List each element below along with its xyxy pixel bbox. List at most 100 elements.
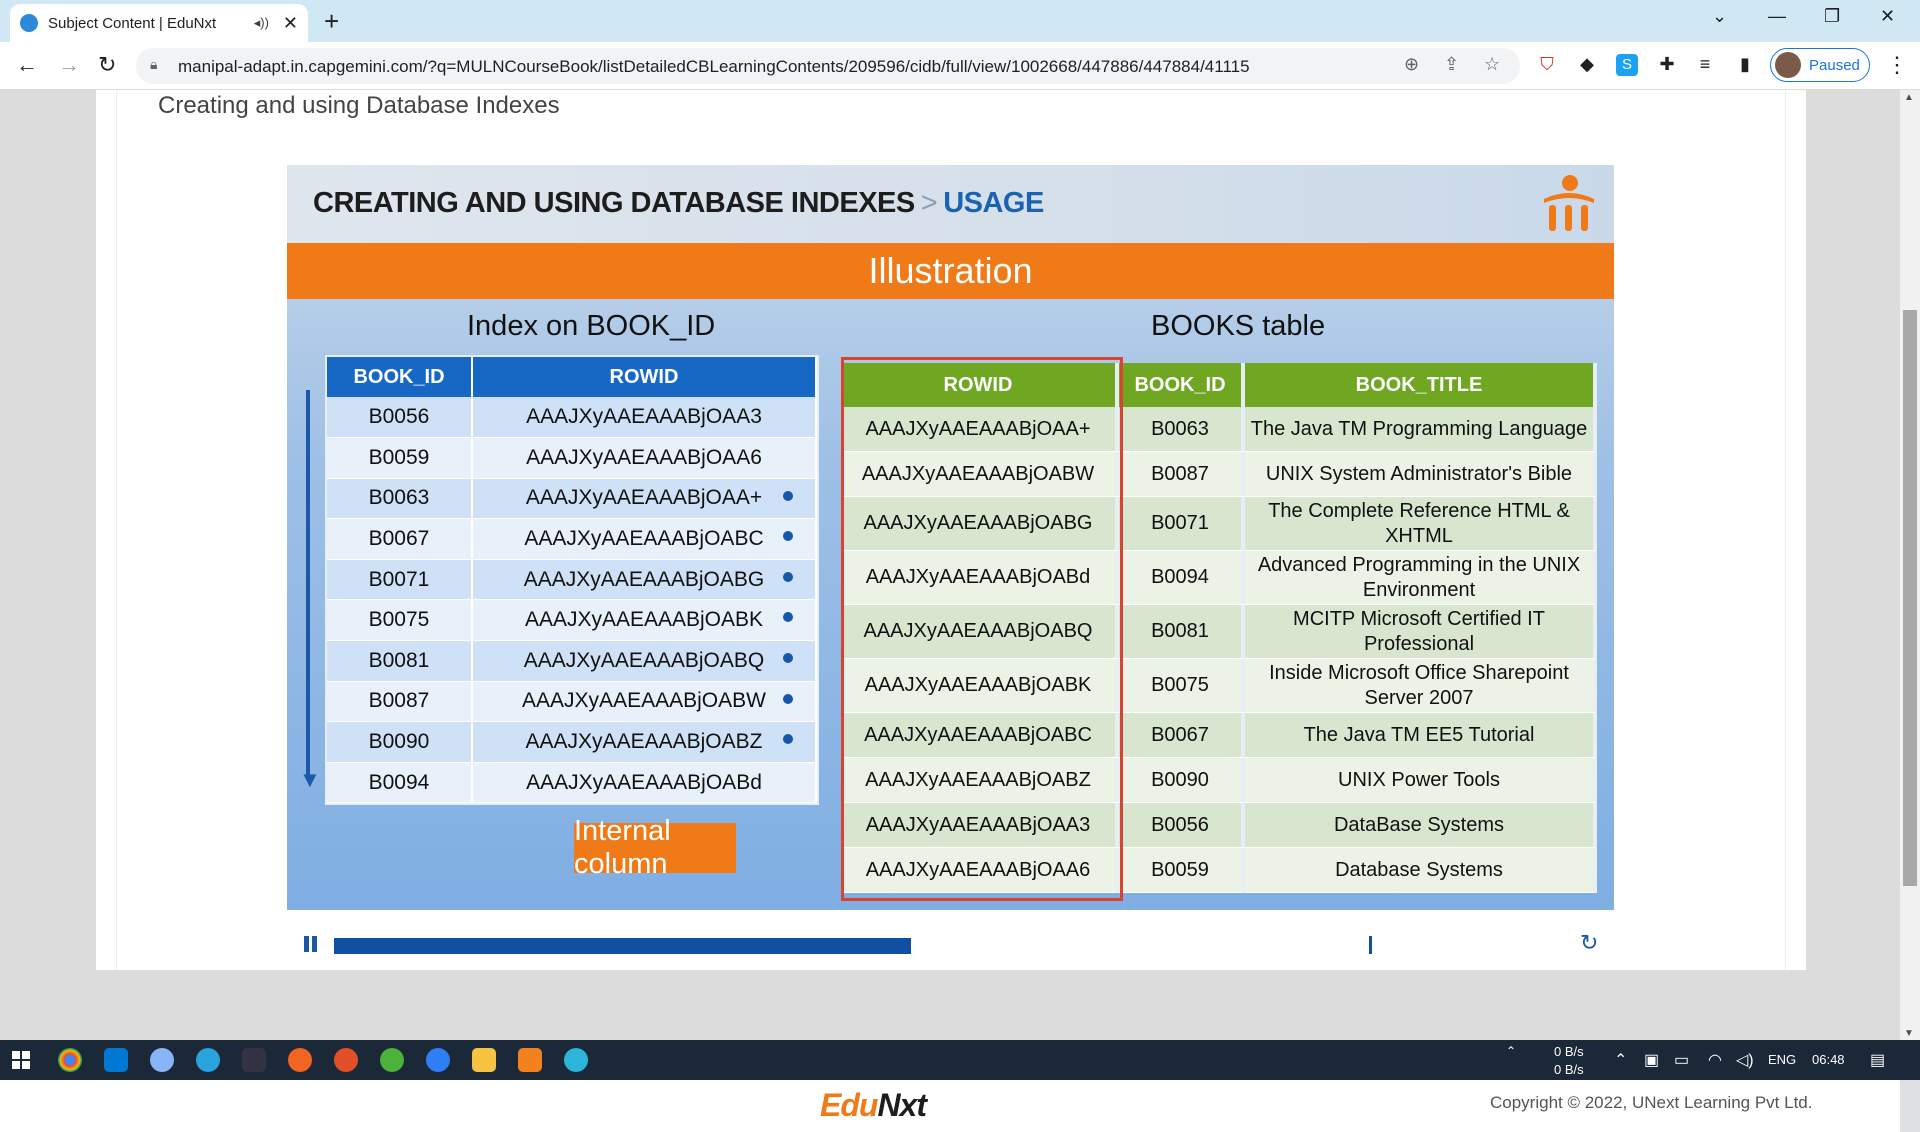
- index-book-id: B0067: [327, 518, 473, 560]
- electron-app-icon[interactable]: [564, 1048, 588, 1072]
- windows-start-icon[interactable]: [12, 1051, 30, 1069]
- index-rowid-cell: AAAJXyAAEAAABjOABG: [472, 559, 817, 601]
- index-book-id: B0075: [327, 599, 473, 642]
- books-title: Inside Microsoft Office Sharepoint Serve…: [1245, 659, 1597, 713]
- vlc-icon[interactable]: [518, 1048, 542, 1072]
- index-rowid: AAAJXyAAEAAABjOABQ: [523, 648, 765, 672]
- s-extension-icon[interactable]: S: [1616, 54, 1638, 76]
- index-rowid: AAAJXyAAEAAABjOABC: [524, 527, 764, 551]
- copyright-text: Copyright © 2022, UNext Learning Pvt Ltd…: [1490, 1093, 1813, 1112]
- scroll-up-icon[interactable]: ▲: [1904, 92, 1914, 103]
- language-indicator[interactable]: ENG: [1768, 1052, 1796, 1067]
- slide-header: CREATING AND USING DATABASE INDEXES > USAG…: [287, 165, 1614, 243]
- table-row: B0059 AAAJXyAAEAAABjOAA6: [327, 437, 817, 479]
- replay-icon[interactable]: ↻: [1580, 930, 1598, 956]
- side-panel-icon[interactable]: ▮: [1734, 54, 1756, 76]
- table-row: B0075 AAAJXyAAEAAABjOABK: [327, 599, 817, 642]
- forward-arrow-icon[interactable]: →: [58, 52, 80, 78]
- notifications-icon[interactable]: ▤: [1870, 1050, 1885, 1070]
- back-arrow-icon[interactable]: ←: [16, 52, 38, 78]
- books-book-id: B0067: [1119, 713, 1245, 758]
- edunxt-logo[interactable]: EduNxt: [820, 1087, 927, 1124]
- postman-icon[interactable]: [288, 1048, 312, 1072]
- share-icon[interactable]: ⇪: [1444, 54, 1459, 75]
- volume-icon[interactable]: ◁): [1736, 1050, 1754, 1070]
- books-book-id: B0059: [1119, 848, 1245, 893]
- banner-label: Illustration: [868, 250, 1033, 291]
- internal-column-label: Internal column: [574, 815, 736, 880]
- close-window-icon[interactable]: ✕: [1880, 6, 1895, 27]
- green-app-icon[interactable]: [380, 1048, 404, 1072]
- browser-tab[interactable]: Subject Content | EduNxt ◂)) ✕: [10, 4, 308, 42]
- scrollbar-thumb[interactable]: [1903, 310, 1917, 886]
- index-header-book-id: BOOK_ID: [327, 357, 473, 397]
- app-icon[interactable]: [242, 1048, 266, 1072]
- show-hidden-icons[interactable]: ⌃: [1614, 1050, 1627, 1070]
- slide-title-accent: USAGE: [943, 187, 1044, 219]
- bookmark-star-icon[interactable]: ☆: [1484, 54, 1500, 75]
- table-row: B0056 AAAJXyAAEAAABjOAA3: [327, 397, 817, 439]
- restore-icon[interactable]: ❐: [1824, 6, 1840, 27]
- scan-direction-line: [306, 390, 310, 775]
- books-title: MCITP Microsoft Certified IT Professiona…: [1245, 605, 1597, 659]
- pocket-extension-icon[interactable]: ⛉: [1536, 54, 1558, 76]
- new-tab-button[interactable]: +: [324, 6, 339, 37]
- telegram-icon[interactable]: [196, 1048, 220, 1072]
- arrow-down-icon: ▼: [299, 767, 321, 792]
- wifi-icon[interactable]: ◠: [1708, 1050, 1722, 1070]
- extensions-puzzle-icon[interactable]: ✚: [1656, 54, 1678, 76]
- bullet-dot-icon: [783, 734, 793, 745]
- index-table-header: BOOK_ID ROWID: [327, 357, 817, 397]
- books-rowid: AAAJXyAAEAAABjOAA3: [841, 803, 1119, 848]
- reload-icon[interactable]: ↻: [98, 52, 116, 78]
- url-text[interactable]: manipal-adapt.in.capgemini.com/?q=MULNCo…: [178, 57, 1250, 77]
- progress-fill[interactable]: [334, 938, 911, 954]
- bullet-dot-icon: [783, 612, 793, 623]
- progress-marker[interactable]: [1369, 936, 1372, 954]
- meet-icon[interactable]: ▣: [1644, 1050, 1659, 1070]
- index-rowid-cell: AAAJXyAAEAAABjOABQ: [472, 640, 817, 682]
- books-rowid: AAAJXyAAEAAABjOABK: [841, 659, 1119, 713]
- books-book-id: B0094: [1119, 551, 1245, 605]
- books-title: Database Systems: [1245, 848, 1597, 893]
- books-book-id: B0090: [1119, 758, 1245, 803]
- address-bar[interactable]: 🔒︎ manipal-adapt.in.capgemini.com/?q=MUL…: [136, 48, 1520, 84]
- table-row: AAAJXyAAEAAABjOABG B0071 The Complete Refe…: [841, 497, 1597, 551]
- p-app-icon[interactable]: [334, 1048, 358, 1072]
- tab-title: Subject Content | EduNxt: [48, 14, 217, 32]
- index-table: BOOK_ID ROWID B0056 AAAJXyAAEAAABjOAA3 B0…: [327, 357, 817, 804]
- browser-app-icon[interactable]: [426, 1048, 450, 1072]
- media-queue-icon[interactable]: ≡: [1694, 54, 1716, 76]
- bullet-dot-icon: [783, 531, 793, 542]
- index-caption: Index on BOOK_ID: [467, 310, 716, 342]
- table-row: B0094 AAAJXyAAEAAABjOABd: [327, 762, 817, 804]
- zoom-icon[interactable]: ⊕: [1404, 54, 1419, 75]
- tab-search-icon[interactable]: ⌄: [1712, 6, 1727, 27]
- chrome-icon[interactable]: [58, 1048, 82, 1072]
- file-explorer-icon[interactable]: [472, 1048, 496, 1072]
- slide-title: CREATING AND USING DATABASE INDEXES > USAG…: [313, 187, 1044, 220]
- extension-cat-icon[interactable]: ◆: [1576, 54, 1598, 76]
- index-book-id: B0071: [327, 559, 473, 601]
- profile-button[interactable]: Paused: [1770, 48, 1870, 82]
- books-book-id: B0063: [1119, 407, 1245, 452]
- speaker-icon[interactable]: ◂)): [254, 15, 269, 31]
- minimize-icon[interactable]: —: [1768, 6, 1786, 27]
- scroll-down-icon[interactable]: ▼: [1904, 1028, 1914, 1039]
- books-book-id: B0071: [1119, 497, 1245, 551]
- pause-bar-left: [304, 936, 309, 952]
- page-title: Creating and using Database Indexes: [158, 92, 560, 119]
- index-rowid: AAAJXyAAEAAABjOABK: [524, 608, 764, 632]
- internal-column-text: Internal column: [574, 815, 671, 880]
- books-title: The Java TM EE5 Tutorial: [1245, 713, 1597, 758]
- close-tab-icon[interactable]: ✕: [283, 13, 298, 34]
- vscode-icon[interactable]: [104, 1048, 128, 1072]
- chevron-up-icon[interactable]: ⌃: [1506, 1044, 1516, 1058]
- more-menu-icon[interactable]: ⋮: [1886, 52, 1908, 78]
- battery-icon[interactable]: ▭: [1674, 1050, 1689, 1070]
- pause-button[interactable]: [304, 936, 318, 952]
- lock-icon[interactable]: 🔒︎: [150, 56, 157, 73]
- chrome-active-icon[interactable]: [150, 1048, 174, 1072]
- manipal-logo-icon: [1544, 175, 1594, 231]
- clock[interactable]: 06:48: [1812, 1052, 1845, 1067]
